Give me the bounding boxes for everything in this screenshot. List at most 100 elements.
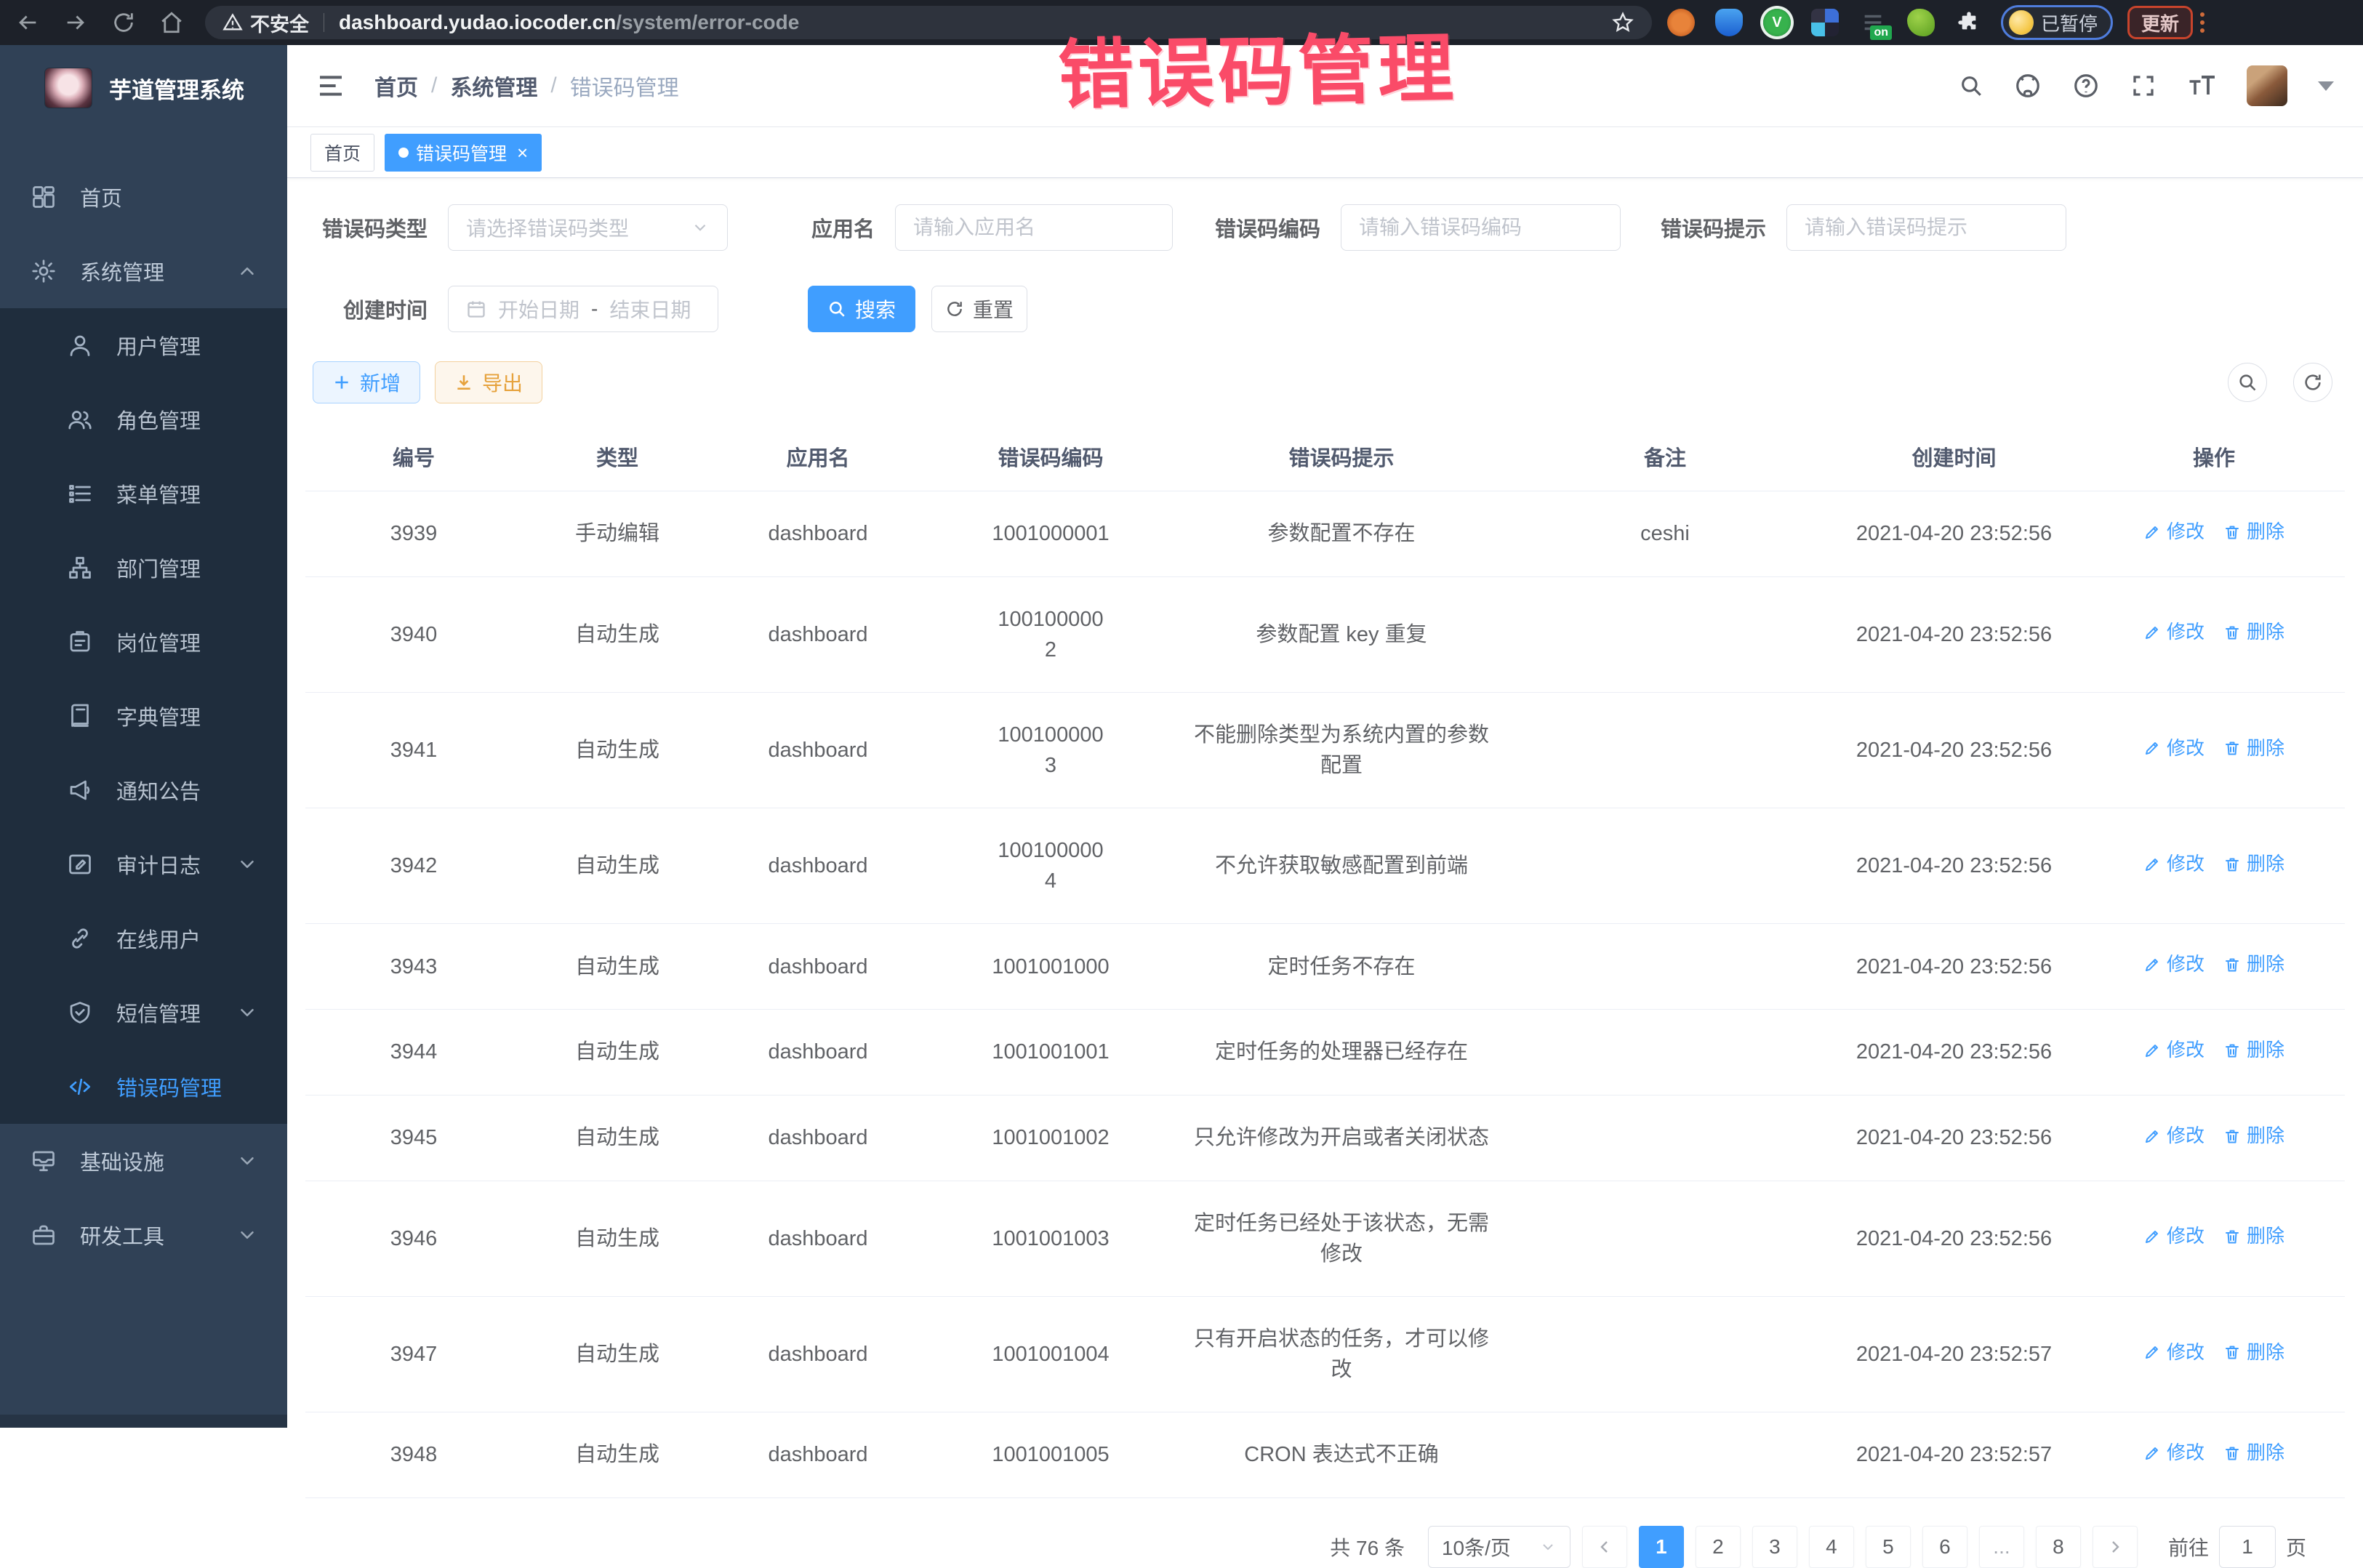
error-msg-input[interactable] — [1805, 216, 2048, 239]
extension-green-check-icon[interactable]: V — [1758, 4, 1796, 41]
cell-remark — [1505, 576, 1825, 692]
sidebar-item-dev-tools[interactable]: 研发工具 — [0, 1198, 287, 1272]
edit-button[interactable]: 修改 — [2143, 951, 2204, 978]
extension-orange-icon[interactable] — [1662, 4, 1700, 41]
sidebar-item-menu-list[interactable]: 菜单管理 — [0, 457, 287, 531]
sidebar-item-users[interactable]: 角色管理 — [0, 382, 287, 457]
breadcrumb-home[interactable]: 首页 — [374, 70, 418, 102]
next-page-button[interactable] — [2093, 1526, 2138, 1568]
browser-reload-icon[interactable] — [103, 6, 144, 39]
bookmark-star-icon[interactable] — [1611, 11, 1634, 34]
edit-button[interactable]: 修改 — [2143, 1122, 2204, 1150]
browser-profile-chip[interactable]: 已暂停 — [2001, 5, 2113, 40]
edit-button[interactable]: 修改 — [2143, 851, 2204, 878]
delete-button[interactable]: 删除 — [2223, 518, 2284, 546]
delete-button[interactable]: 删除 — [2223, 951, 2284, 978]
add-button[interactable]: 新增 — [313, 361, 420, 403]
cell-create-time: 2021-04-20 23:52:56 — [1825, 1181, 2083, 1296]
help-icon[interactable] — [2072, 72, 2100, 100]
range-separator: - — [591, 297, 598, 321]
edit-button[interactable]: 修改 — [2143, 1037, 2204, 1064]
browser-menu-kebab-icon[interactable] — [2200, 12, 2204, 33]
sidebar-item-dashboard[interactable]: 首页 — [0, 160, 287, 234]
page-button-5[interactable]: 5 — [1866, 1526, 1911, 1568]
sidebar-item-infrastructure[interactable]: 基础设施 — [0, 1124, 287, 1198]
table-search-toggle-icon[interactable] — [2228, 363, 2267, 402]
sidebar-item-gear[interactable]: 系统管理 — [0, 234, 287, 308]
delete-button[interactable]: 删除 — [2223, 619, 2284, 646]
browser-forward-icon[interactable] — [55, 6, 96, 39]
page-button-1[interactable]: 1 — [1639, 1526, 1684, 1568]
breadcrumb-system[interactable]: 系统管理 — [450, 70, 537, 102]
github-icon[interactable] — [2014, 72, 2042, 100]
error-code-input[interactable] — [1359, 216, 1602, 239]
page-button-8[interactable]: 8 — [2036, 1526, 2081, 1568]
browser-home-icon[interactable] — [151, 6, 192, 39]
tag-error-code[interactable]: 错误码管理 × — [385, 134, 542, 172]
delete-button[interactable]: 删除 — [2223, 851, 2284, 878]
delete-button[interactable]: 删除 — [2223, 1439, 2284, 1467]
sidebar-item-post-badge[interactable]: 岗位管理 — [0, 605, 287, 679]
edit-button[interactable]: 修改 — [2143, 619, 2204, 646]
delete-button[interactable]: 删除 — [2223, 1122, 2284, 1150]
extension-grid-icon[interactable] — [1806, 4, 1844, 41]
cell-operations: 修改删除 — [2083, 491, 2345, 577]
avatar-caret-icon[interactable] — [2318, 81, 2334, 91]
extension-green-figure-icon[interactable] — [1902, 4, 1940, 41]
page-button-6[interactable]: 6 — [1922, 1526, 1967, 1568]
sidebar-menu: 首页系统管理用户管理角色管理菜单管理部门管理岗位管理字典管理通知公告审计日志在线… — [0, 160, 287, 1272]
prev-page-button[interactable] — [1582, 1526, 1627, 1568]
edit-button[interactable]: 修改 — [2143, 518, 2204, 546]
font-size-icon[interactable] — [2187, 73, 2216, 99]
edit-button[interactable]: 修改 — [2143, 1223, 2204, 1250]
edit-button[interactable]: 修改 — [2143, 1339, 2204, 1367]
sidebar-item-dictionary[interactable]: 字典管理 — [0, 679, 287, 753]
search-button[interactable]: 搜索 — [808, 286, 915, 332]
extension-on-badge: on — [1870, 25, 1892, 40]
edit-button[interactable]: 修改 — [2143, 735, 2204, 763]
user-avatar[interactable] — [2247, 65, 2287, 106]
browser-update-button[interactable]: 更新 — [2127, 6, 2193, 39]
sidebar-item-org-tree[interactable]: 部门管理 — [0, 531, 287, 605]
delete-button[interactable]: 删除 — [2223, 1037, 2284, 1064]
export-button[interactable]: 导出 — [435, 361, 542, 403]
tag-home[interactable]: 首页 — [310, 134, 374, 172]
goto-page-input[interactable] — [2219, 1526, 2276, 1568]
hamburger-icon[interactable] — [316, 71, 345, 100]
delete-button[interactable]: 删除 — [2223, 735, 2284, 763]
browser-back-icon[interactable] — [7, 6, 48, 39]
reset-button[interactable]: 重置 — [931, 286, 1027, 332]
date-range-picker[interactable]: 开始日期 - 结束日期 — [448, 286, 718, 332]
table-refresh-icon[interactable] — [2293, 363, 2332, 402]
sidebar-item-audit-log[interactable]: 审计日志 — [0, 827, 287, 901]
page-button-3[interactable]: 3 — [1752, 1526, 1797, 1568]
sidebar-item-user[interactable]: 用户管理 — [0, 308, 287, 382]
page-size-select[interactable]: 10条/页 — [1428, 1526, 1570, 1568]
tag-close-icon[interactable]: × — [517, 143, 528, 162]
sidebar: 芋道管理系统 首页系统管理用户管理角色管理菜单管理部门管理岗位管理字典管理通知公… — [0, 45, 287, 1428]
sidebar-item-online-user[interactable]: 在线用户 — [0, 901, 287, 976]
cell-remark — [1505, 1181, 1825, 1296]
app-logo-row[interactable]: 芋道管理系统 — [0, 45, 287, 131]
sidebar-item-sms[interactable]: 短信管理 — [0, 976, 287, 1050]
cell-create-time: 2021-04-20 23:52:57 — [1825, 1296, 2083, 1412]
cell-error-code: 1001000001 — [923, 491, 1178, 577]
page-button-4[interactable]: 4 — [1809, 1526, 1854, 1568]
security-warning[interactable]: 不安全 — [222, 9, 309, 37]
sidebar-item-announcement[interactable]: 通知公告 — [0, 753, 287, 827]
app-name-input[interactable] — [913, 216, 1155, 239]
delete-button[interactable]: 删除 — [2223, 1223, 2284, 1250]
header-search-icon[interactable] — [1959, 73, 1983, 98]
delete-button[interactable]: 删除 — [2223, 1339, 2284, 1367]
fullscreen-icon[interactable] — [2130, 73, 2157, 99]
extension-blue-gem-icon[interactable] — [1710, 4, 1748, 41]
page-ellipsis[interactable]: ... — [1979, 1526, 2024, 1568]
extensions-puzzle-icon[interactable] — [1950, 4, 1988, 41]
error-type-select[interactable]: 请选择错误码类型 — [448, 204, 728, 251]
table-row: 3941自动生成dashboard1001000003不能删除类型为系统内置的参… — [305, 692, 2345, 808]
sidebar-item-code[interactable]: 错误码管理 — [0, 1050, 287, 1124]
calendar-icon — [466, 299, 486, 319]
edit-button[interactable]: 修改 — [2143, 1439, 2204, 1467]
extension-list-on-icon[interactable]: on — [1854, 4, 1892, 41]
page-button-2[interactable]: 2 — [1696, 1526, 1741, 1568]
